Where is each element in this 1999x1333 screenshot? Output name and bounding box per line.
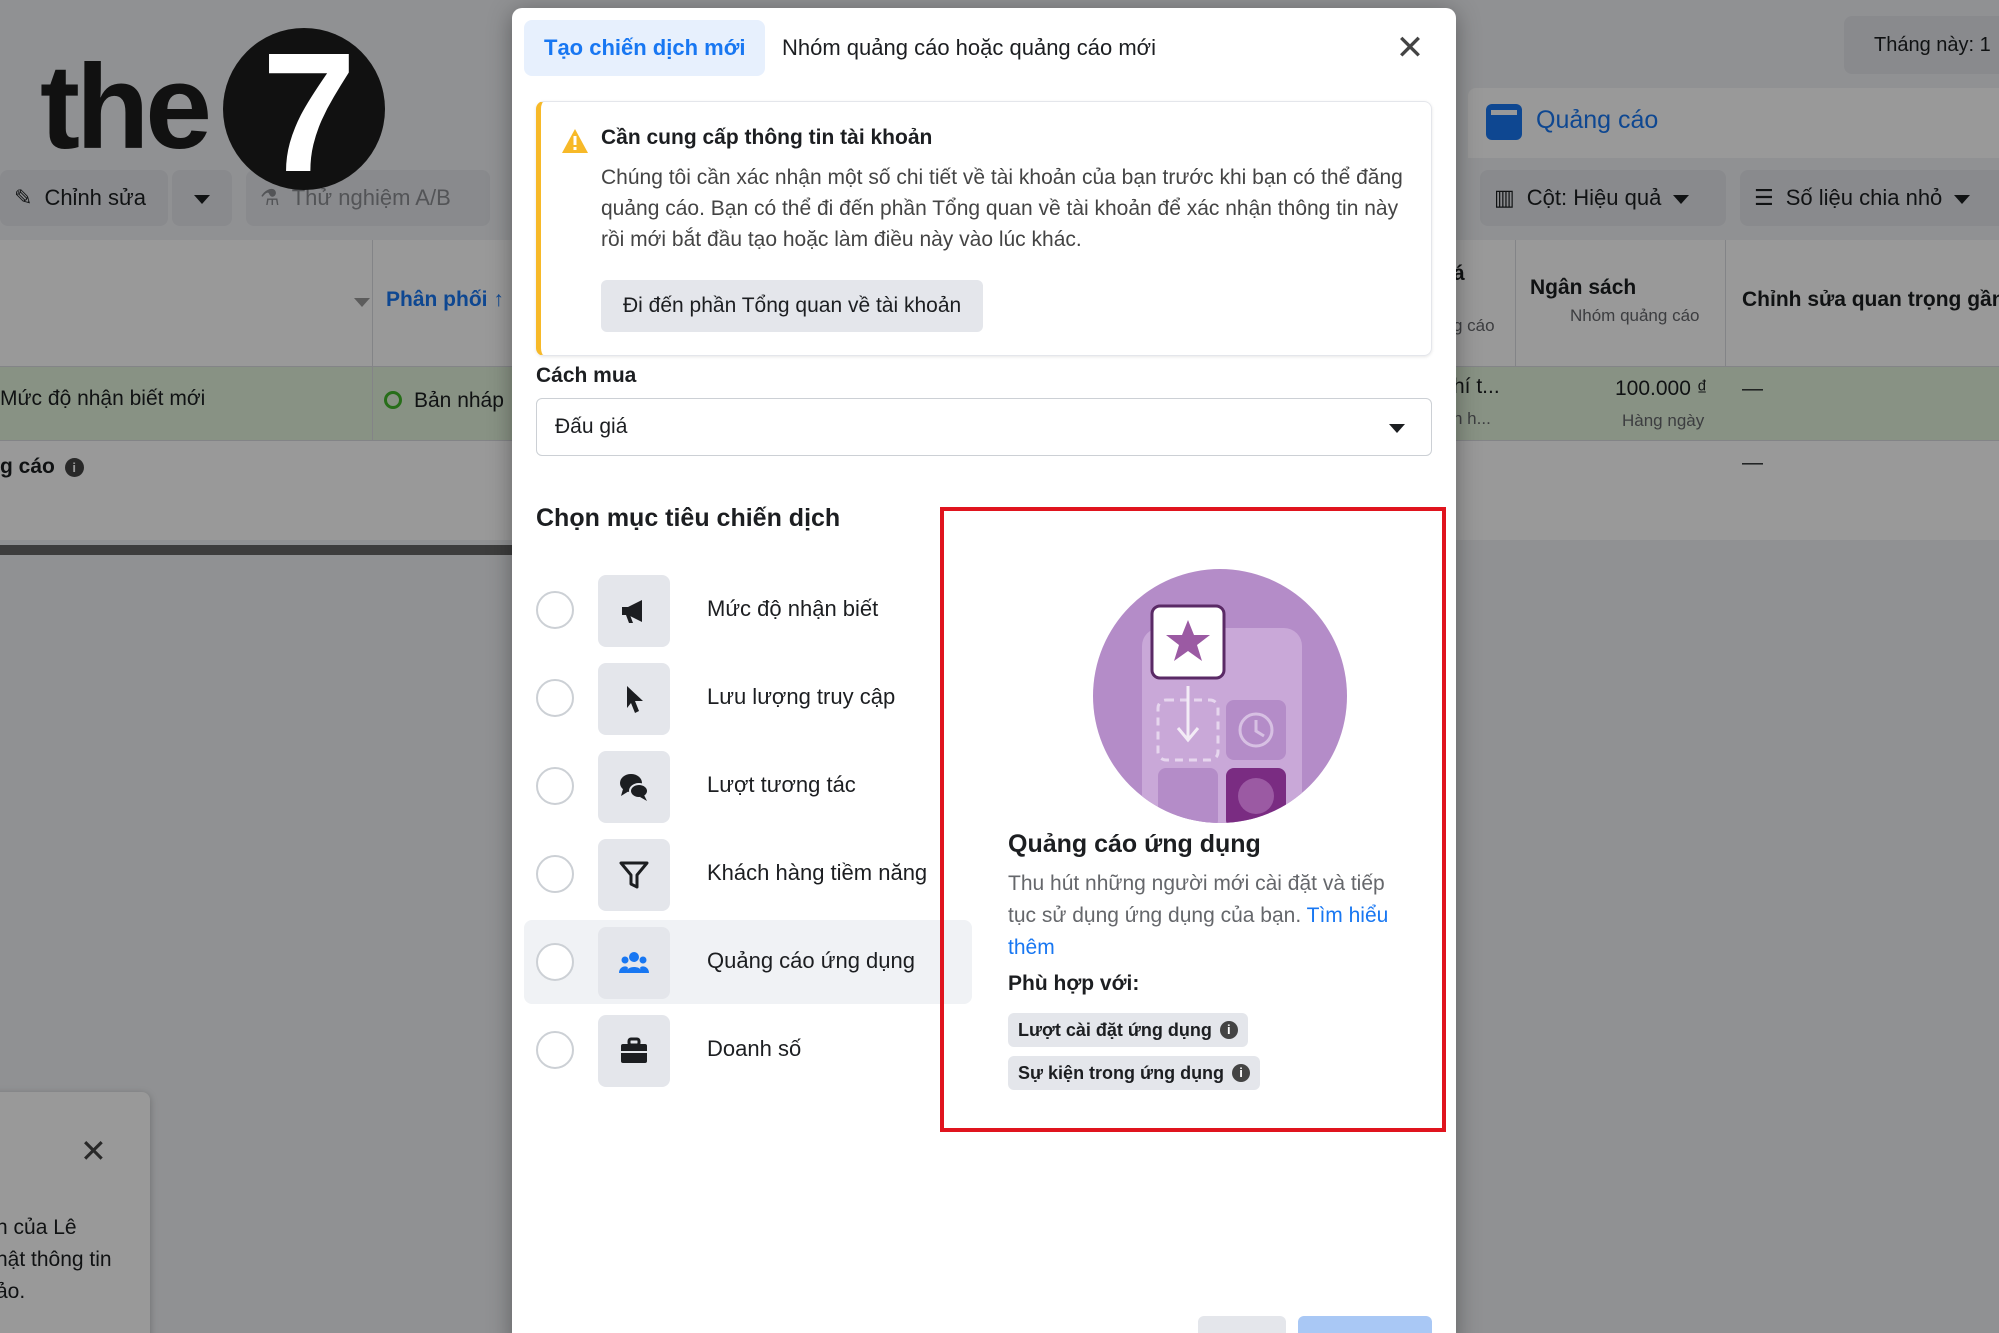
briefcase-icon — [598, 1015, 670, 1087]
objective-detail-title: Quảng cáo ứng dụng — [1008, 830, 1261, 858]
objective-radio[interactable] — [536, 943, 574, 981]
objective-radio[interactable] — [536, 767, 574, 805]
objective-radio[interactable] — [536, 855, 574, 893]
logo-wordmark: the — [40, 40, 212, 174]
objective-label: Mức độ nhận biết — [707, 596, 879, 621]
objective-awareness[interactable]: Mức độ nhận biết — [524, 568, 972, 652]
objective-radio[interactable] — [536, 591, 574, 629]
objective-detail-description: Thu hút những người mới cài đặt và tiếp … — [1008, 868, 1418, 964]
good-for-chip: Lượt cài đặt ứng dụng i — [1008, 1013, 1248, 1047]
chip-label: Lượt cài đặt ứng dụng — [1018, 1020, 1212, 1040]
objective-radio[interactable] — [536, 679, 574, 717]
buying-type-value: Đấu giá — [555, 415, 628, 438]
close-icon[interactable]: ✕ — [1390, 28, 1430, 68]
objective-label: Doanh số — [707, 1036, 802, 1061]
objective-leads[interactable]: Khách hàng tiềm năng — [524, 832, 972, 916]
buying-type-label: Cách mua — [536, 364, 637, 387]
chat-bubbles-icon — [598, 751, 670, 823]
account-overview-button[interactable]: Đi đến phần Tổng quan về tài khoản — [601, 280, 984, 332]
objective-section-title: Chọn mục tiêu chiến dịch — [536, 504, 841, 532]
objective-engagement[interactable]: Lượt tương tác — [524, 744, 972, 828]
tab-new-adset-or-ad[interactable]: Nhóm quảng cáo hoặc quảng cáo mới — [782, 20, 1156, 76]
info-icon[interactable]: i — [1219, 1021, 1238, 1039]
objective-label: Quảng cáo ứng dụng — [707, 948, 916, 973]
warning-icon — [562, 129, 588, 153]
good-for-label: Phù hợp với: — [1008, 972, 1140, 995]
info-icon[interactable]: i — [1232, 1064, 1251, 1082]
tab-new-campaign[interactable]: Tạo chiến dịch mới — [524, 20, 766, 76]
objective-app-promotion[interactable]: Quảng cáo ứng dụng — [524, 920, 972, 1004]
objective-label: Lưu lượng truy cập — [707, 684, 896, 709]
megaphone-icon — [598, 575, 670, 647]
continue-button[interactable] — [1298, 1316, 1432, 1333]
warning-body: Chúng tôi cần xác nhận một số chi tiết v… — [601, 166, 1403, 251]
app-promotion-illustration — [1093, 569, 1347, 823]
people-icon — [598, 927, 670, 999]
funnel-icon — [598, 839, 670, 911]
objective-label: Lượt tương tác — [707, 772, 856, 797]
objective-traffic[interactable]: Lưu lượng truy cập — [524, 656, 972, 740]
objective-sales[interactable]: Doanh số — [524, 1008, 972, 1092]
account-info-warning: Cần cung cấp thông tin tài khoản Chúng t… — [536, 101, 1432, 356]
good-for-chip: Sự kiện trong ứng dụng i — [1008, 1056, 1261, 1090]
cancel-button[interactable] — [1198, 1316, 1286, 1333]
logo-badge: 7 — [223, 28, 385, 190]
warning-title: Cần cung cấp thông tin tài khoản — [601, 126, 933, 149]
buying-type-select[interactable]: Đấu giá — [536, 398, 1432, 456]
objective-radio[interactable] — [536, 1031, 574, 1069]
objective-label: Khách hàng tiềm năng — [707, 860, 928, 885]
chip-label: Sự kiện trong ứng dụng — [1018, 1063, 1225, 1083]
chevron-down-icon — [1389, 424, 1405, 433]
cursor-icon — [598, 663, 670, 735]
